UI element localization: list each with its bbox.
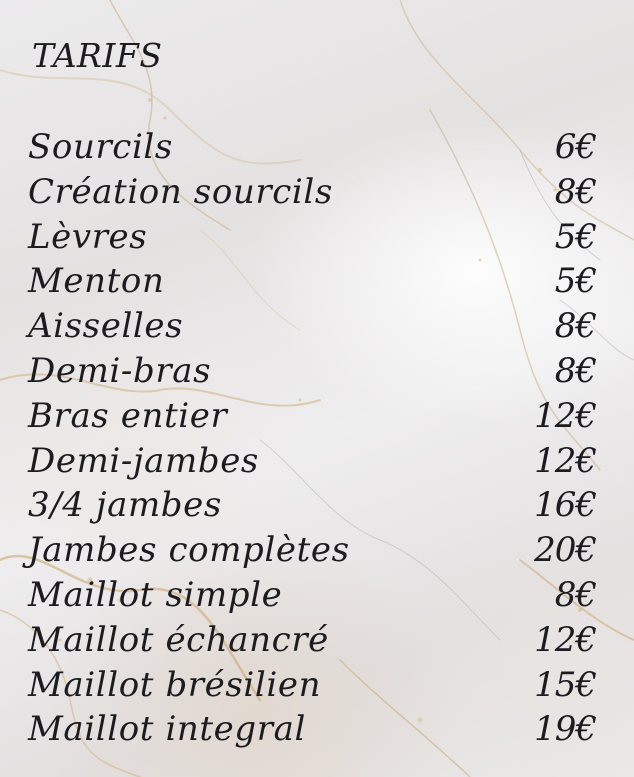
service-price: 12€ [534, 395, 597, 436]
service-name: Menton [28, 261, 165, 302]
service-name: Création sourcils [28, 171, 333, 212]
service-name: 3/4 jambes [28, 485, 222, 526]
service-price: 8€ [554, 171, 597, 212]
service-price: 5€ [554, 216, 597, 257]
list-item: Menton 5€ [28, 259, 597, 304]
service-price: 8€ [554, 574, 597, 615]
service-price: 5€ [554, 261, 597, 302]
list-item: Maillot integral 19€ [28, 707, 597, 752]
list-item: Maillot échancré 12€ [28, 618, 597, 663]
service-price: 8€ [554, 350, 597, 391]
service-name: Maillot brésilien [28, 664, 322, 705]
service-name: Demi-bras [28, 350, 212, 391]
service-price: 20€ [534, 530, 597, 571]
price-list: Sourcils 6€ Création sourcils 8€ Lèvres … [28, 125, 597, 752]
list-item: Demi-bras 8€ [28, 349, 597, 394]
list-item: 3/4 jambes 16€ [28, 483, 597, 528]
service-price: 19€ [534, 709, 597, 750]
service-price: 16€ [534, 485, 597, 526]
service-price: 15€ [534, 664, 597, 705]
service-name: Lèvres [28, 216, 148, 257]
price-sheet: TARIFS Sourcils 6€ Création sourcils 8€ … [0, 0, 634, 777]
list-item: Création sourcils 8€ [28, 170, 597, 215]
service-name: Demi-jambes [28, 440, 259, 481]
list-item: Jambes complètes 20€ [28, 528, 597, 573]
list-item: Maillot brésilien 15€ [28, 663, 597, 708]
service-price: 12€ [534, 440, 597, 481]
service-price: 8€ [554, 306, 597, 347]
list-item: Aisselles 8€ [28, 304, 597, 349]
service-name: Maillot integral [28, 709, 306, 750]
service-name: Aisselles [28, 306, 184, 347]
page-title: TARIFS [32, 36, 163, 75]
service-name: Maillot simple [28, 574, 283, 615]
list-item: Demi-jambes 12€ [28, 439, 597, 484]
service-name: Maillot échancré [28, 619, 329, 660]
service-price: 12€ [534, 619, 597, 660]
service-name: Bras entier [28, 395, 228, 436]
list-item: Maillot simple 8€ [28, 573, 597, 618]
list-item: Bras entier 12€ [28, 394, 597, 439]
service-name: Jambes complètes [28, 530, 350, 571]
service-name: Sourcils [28, 127, 173, 167]
service-price: 6€ [554, 127, 597, 167]
list-item: Sourcils 6€ [28, 125, 597, 170]
list-item: Lèvres 5€ [28, 215, 597, 260]
